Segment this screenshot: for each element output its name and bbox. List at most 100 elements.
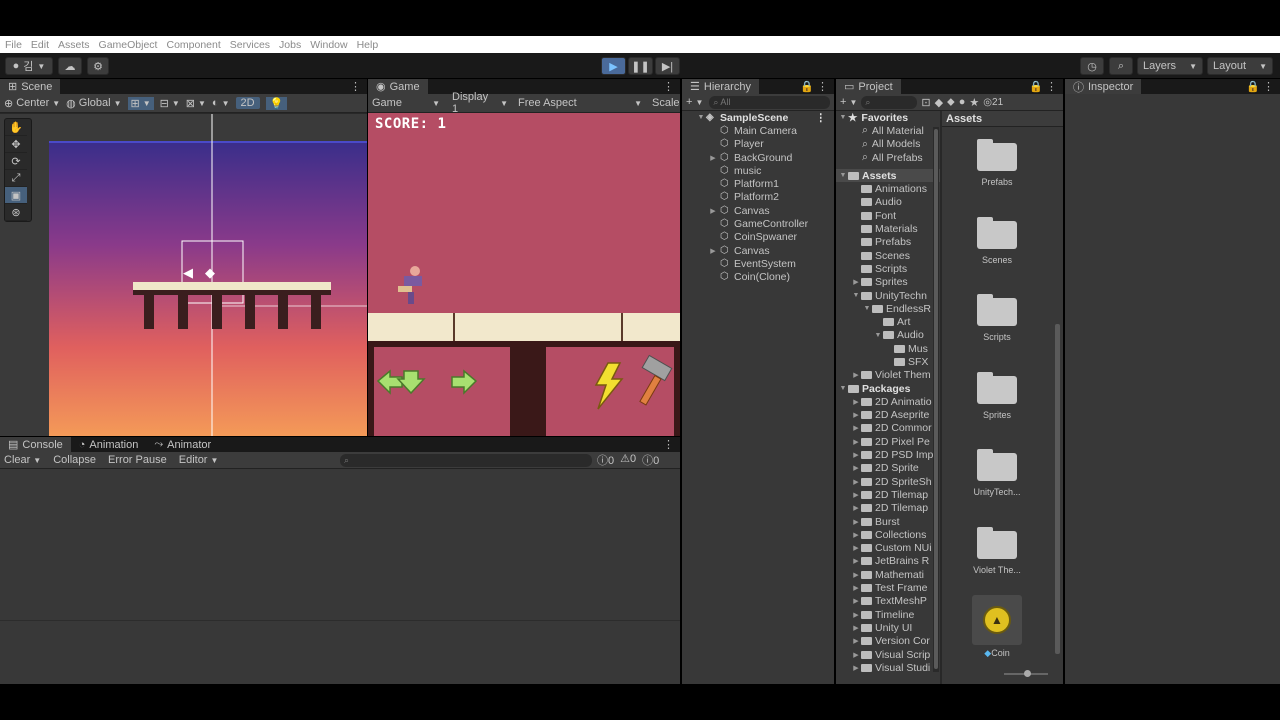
grid-folder-item[interactable]: Sprites <box>967 371 1027 420</box>
fold-icon[interactable]: ▶ <box>851 491 861 499</box>
favorite-item[interactable]: ⌕ All Prefabs <box>836 151 940 164</box>
asset-folder-item[interactable]: ▼ UnityTechn <box>836 289 940 302</box>
package-item[interactable]: ▶ Unity UI <box>836 621 940 634</box>
hierarchy-item[interactable]: ⬡ CoinSpwaner <box>682 231 834 244</box>
hierarchy-item[interactable]: ▶ ⬡ BackGround <box>682 151 834 164</box>
asset-folder-item[interactable]: Materials <box>836 222 940 235</box>
icon-size-slider[interactable] <box>1004 670 1048 677</box>
game-viewport[interactable]: SCORE: 1 <box>368 113 680 436</box>
fold-icon[interactable]: ▶ <box>706 154 720 162</box>
tag-icon[interactable]: ⬥ <box>947 96 955 109</box>
scene-viewport[interactable]: ◀ ◆ ✋ ✥ ⟳ ⤢ ▣ ⊛ <box>0 114 367 436</box>
fold-icon[interactable]: ▶ <box>851 637 861 645</box>
assets-header[interactable]: ▼ Assets <box>836 169 940 183</box>
grid-folder-item[interactable]: Scripts <box>967 294 1027 342</box>
move-tool-icon[interactable]: ✥ <box>5 136 27 153</box>
package-item[interactable]: ▶ Collections <box>836 528 940 541</box>
package-item[interactable]: ▶ 2D Aseprite <box>836 409 940 422</box>
pivot-dropdown[interactable]: ⊕ Center ▼ <box>4 97 60 110</box>
tab-game[interactable]: ◉ Game <box>368 79 428 94</box>
fold-icon[interactable]: ▶ <box>851 504 861 512</box>
package-item[interactable]: ▶ TextMeshP <box>836 595 940 608</box>
more-icon[interactable]: ⋮ <box>817 80 828 93</box>
hierarchy-item[interactable]: ⬡ Player <box>682 138 834 151</box>
cloud-button[interactable]: ☁ <box>58 57 82 75</box>
package-item[interactable]: ▶ Burst <box>836 515 940 528</box>
fold-icon[interactable]: ▶ <box>851 398 861 406</box>
favorite-item[interactable]: ⌕ All Models <box>836 138 940 151</box>
grid-folder-item[interactable]: Scenes <box>967 216 1027 265</box>
fold-icon[interactable]: ▶ <box>706 207 720 215</box>
lock-icon[interactable]: 🔒 <box>1029 80 1043 93</box>
package-item[interactable]: ▶ 2D Commor <box>836 422 940 435</box>
clear-dropdown[interactable]: Clear ▼ <box>4 454 47 466</box>
package-item[interactable]: ▶ JetBrains R <box>836 555 940 568</box>
layout-dropdown[interactable]: Layout ▼ <box>1207 57 1273 75</box>
create-dropdown[interactable]: + ▼ <box>686 96 703 108</box>
asset-folder-item[interactable]: ▶ Violet Them <box>836 369 940 382</box>
lock-icon[interactable]: 🔒 <box>1246 80 1260 93</box>
star-icon[interactable]: ★ <box>969 96 979 109</box>
asset-folder-item[interactable]: Scenes <box>836 249 940 262</box>
fold-icon[interactable]: ▼ <box>851 292 861 299</box>
package-item[interactable]: ▶ 2D PSD Imp <box>836 448 940 461</box>
package-item[interactable]: ▶ Visual Scrip <box>836 648 940 661</box>
pause-button[interactable]: ❚❚ <box>628 57 653 75</box>
create-dropdown[interactable]: + ▼ <box>840 96 857 108</box>
log-count-toggle[interactable]: ⓘ0 <box>597 452 614 468</box>
hand-tool-icon[interactable]: ✋ <box>5 119 27 136</box>
package-item[interactable]: ▶ Custom NUi <box>836 542 940 555</box>
scale-tool-icon[interactable]: ⤢ <box>5 170 27 187</box>
undo-history-button[interactable]: ◷ <box>1080 57 1104 75</box>
fold-icon[interactable]: ▶ <box>851 584 861 592</box>
tree-scrollbar[interactable] <box>933 127 939 672</box>
fold-icon[interactable]: ▶ <box>851 451 861 459</box>
coin-label[interactable]: ◆Coin <box>962 648 1032 659</box>
more-icon[interactable]: ⋮ <box>1046 80 1057 93</box>
fold-icon[interactable]: ▶ <box>851 544 861 552</box>
fold-icon[interactable]: ▶ <box>851 371 861 379</box>
asset-folder-item[interactable]: ▼ Audio <box>836 329 940 342</box>
game-view-dropdown[interactable]: Game ▼ <box>372 97 444 109</box>
fold-icon[interactable]: ▶ <box>851 278 861 286</box>
grid-folder-item[interactable]: Violet The... <box>967 526 1027 575</box>
package-item[interactable]: ▶ Timeline <box>836 608 940 621</box>
search-by-label-icon[interactable]: ◆ <box>935 96 943 109</box>
menu-file[interactable]: File <box>5 39 22 51</box>
services-button[interactable]: ⚙ <box>87 57 109 75</box>
lock-icon[interactable]: 🔒 <box>800 80 814 93</box>
transform-tool-icon[interactable]: ⊛ <box>5 204 27 221</box>
more-icon[interactable]: ⋮ <box>663 438 674 451</box>
tab-animator[interactable]: ⤳ Animator <box>146 437 219 452</box>
warning-count-toggle[interactable]: ⚠0 <box>620 452 636 468</box>
menu-window[interactable]: Window <box>310 39 347 51</box>
grid-folder-item[interactable]: Prefabs <box>967 139 1027 187</box>
tab-hierarchy[interactable]: ☰ Hierarchy <box>682 79 759 94</box>
tab-project[interactable]: ▭ Project <box>836 79 901 94</box>
coin-prefab-thumb[interactable]: ▲ <box>972 595 1022 645</box>
rotate-tool-icon[interactable]: ⟳ <box>5 153 27 170</box>
menu-edit[interactable]: Edit <box>31 39 49 51</box>
fold-icon[interactable]: ▶ <box>851 571 861 579</box>
hierarchy-item[interactable]: ⬡ music <box>682 164 834 177</box>
menu-jobs[interactable]: Jobs <box>279 39 301 51</box>
package-item[interactable]: ▶ Mathemati <box>836 568 940 581</box>
fold-icon[interactable]: ▶ <box>851 651 861 659</box>
packages-header[interactable]: ▼ Packages <box>836 382 940 395</box>
space-dropdown[interactable]: ◍ Global ▼ <box>66 97 121 110</box>
more-icon[interactable]: ⋮ <box>1263 80 1274 93</box>
fold-icon[interactable]: ▼ <box>873 332 883 339</box>
grid-folder-item[interactable]: UnityTech... <box>967 449 1027 497</box>
aspect-dropdown[interactable]: Free Aspect ▼ <box>512 97 646 109</box>
fold-icon[interactable]: ▶ <box>851 438 861 446</box>
hierarchy-item[interactable]: ⬡ Coin(Clone) <box>682 271 834 284</box>
fold-icon[interactable]: ▶ <box>851 478 861 486</box>
lighting-toggle[interactable]: 💡 <box>265 96 288 110</box>
grid-breadcrumb[interactable]: Assets <box>942 111 1063 127</box>
grid-scrollbar[interactable] <box>1054 129 1061 664</box>
favorite-item[interactable]: ⌕ All Material <box>836 124 940 137</box>
hierarchy-item[interactable]: ⬡ Platform1 <box>682 177 834 190</box>
fold-icon[interactable]: ▶ <box>851 664 861 672</box>
fold-icon[interactable]: ▶ <box>851 611 861 619</box>
mode-2d-toggle[interactable]: 2D <box>235 97 260 109</box>
